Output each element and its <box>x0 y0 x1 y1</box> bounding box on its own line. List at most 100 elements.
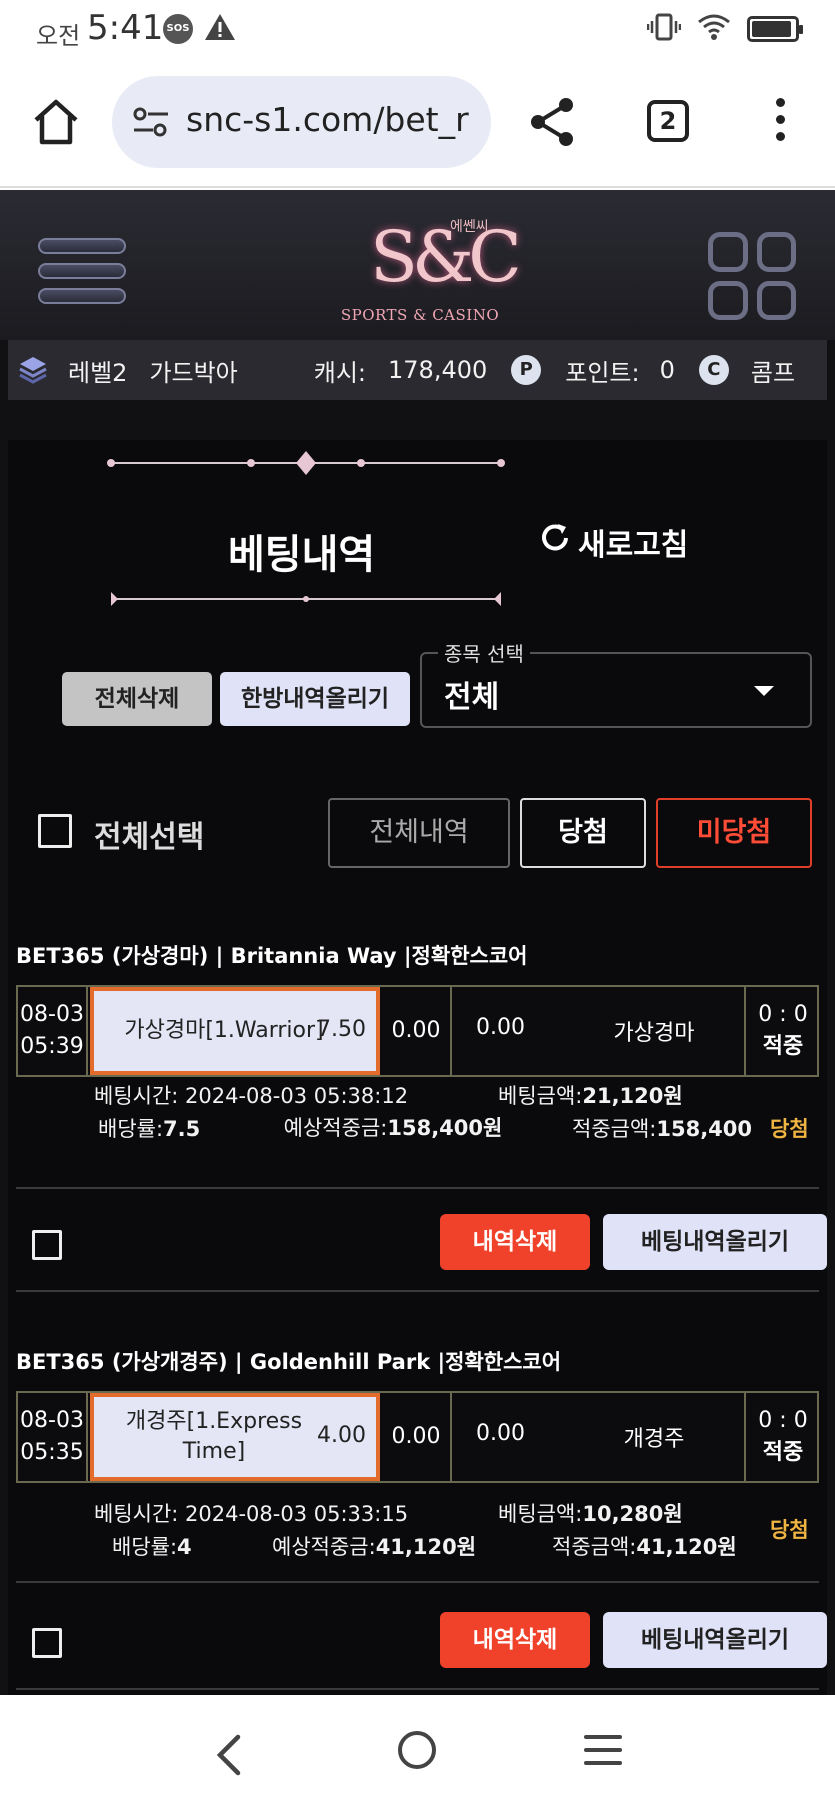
bet-score-value: 0 : 0 <box>758 1408 808 1433</box>
filter-lose-button[interactable]: 미당첨 <box>656 798 812 868</box>
status-time: 5:41 <box>87 8 164 48</box>
bet-hit-label: 적중 <box>762 1440 804 1465</box>
select-all-checkbox[interactable] <box>38 814 72 848</box>
bet-amount-info: 베팅금액:10,280원 <box>498 1498 683 1528</box>
bet-expected-label: 예상적중금: <box>283 1116 388 1140</box>
delete-all-button[interactable]: 전체삭제 <box>62 672 212 726</box>
bet-pick-odds: 4.00 <box>317 1423 366 1448</box>
refresh-button[interactable]: 새로고침 <box>538 520 688 564</box>
point-label: 포인트: <box>565 358 640 387</box>
bet-away: 0.00 개경주 <box>454 1393 746 1481</box>
upload-bet-button[interactable]: 베팅내역올리기 <box>603 1612 827 1668</box>
status-ampm: 오전 <box>36 22 81 50</box>
page-title: 베팅내역 <box>228 532 376 578</box>
delete-bet-button[interactable]: 내역삭제 <box>440 1214 590 1270</box>
bet-away-name: 개경주 <box>623 1427 685 1452</box>
bet-date: 08-03 <box>20 1002 84 1027</box>
recents-icon[interactable] <box>584 1735 622 1774</box>
bet-expected-label: 예상적중금: <box>272 1535 376 1559</box>
bet-info: 베팅시간: 2024-08-03 05:38:12 베팅금액:21,120원 배… <box>16 1080 819 1180</box>
bet-odds-label: 배당률: <box>112 1535 178 1559</box>
bet-score: 0 : 0 적중 <box>748 1393 818 1481</box>
site-page: S&C 에쎈씨 SPORTS & CASINO 레벨2 가드박아 캐시: 178… <box>0 190 835 1695</box>
vibrate-icon <box>646 12 682 46</box>
bet-result-badge: 당첨 <box>770 1518 809 1542</box>
bet-expected-info: 예상적중금:41,120원 <box>272 1531 476 1561</box>
select-all-label[interactable]: 전체선택 <box>94 812 204 856</box>
share-icon[interactable] <box>528 96 578 152</box>
bet-datetime: 08-03 05:35 <box>18 1393 88 1481</box>
bet-win-amount-info: 적중금액:41,120원 <box>552 1531 737 1561</box>
divider <box>16 1290 819 1292</box>
back-icon[interactable] <box>214 1733 244 1781</box>
bet-amount-value: 10,280원 <box>582 1502 683 1526</box>
cash-value: 178,400 <box>388 356 488 384</box>
divider <box>16 1688 819 1690</box>
bet-odds-value: 7.5 <box>163 1117 201 1141</box>
divider <box>16 1581 819 1583</box>
bet-away-name: 가상경마 <box>613 1021 695 1046</box>
user-level: 레벨2 <box>68 358 128 387</box>
upload-bet-button[interactable]: 베팅내역올리기 <box>603 1214 827 1270</box>
bet-away: 0.00 가상경마 <box>454 987 746 1075</box>
site-header: S&C 에쎈씨 SPORTS & CASINO <box>0 190 835 340</box>
bet-time-info: 베팅시간: 2024-08-03 05:33:15 <box>94 1502 409 1526</box>
bet-odds-info: 배당률:7.5 <box>98 1113 200 1143</box>
bet-draw-odds: 0.00 <box>382 1393 452 1481</box>
bet-time: 05:35 <box>20 1440 84 1465</box>
site-settings-icon[interactable] <box>132 106 170 142</box>
more-menu-icon[interactable] <box>768 98 792 148</box>
user-nickname: 가드박아 <box>149 358 238 387</box>
sport-select[interactable]: 종목 선택 전체 <box>420 638 812 728</box>
sport-select-value: 전체 <box>444 680 500 715</box>
bet-pick: 가상경마[1.Warrior] 7.50 <box>90 987 380 1075</box>
status-bar: 오전 5:41 SOS <box>0 0 835 58</box>
bet-result-badge: 당첨 <box>770 1117 809 1141</box>
wifi-icon <box>697 12 731 46</box>
bet-hit-label: 적중 <box>762 1034 804 1059</box>
bet-checkbox[interactable] <box>32 1230 62 1260</box>
site-logo[interactable]: S&C 에쎈씨 SPORTS & CASINO <box>330 190 522 340</box>
address-bar[interactable]: snc-s1.com/bet_r <box>112 76 491 168</box>
point-value: 0 <box>659 356 675 384</box>
warning-icon <box>203 12 237 46</box>
home-icon[interactable] <box>30 96 82 148</box>
user-info-bar: 레벨2 가드박아 캐시: 178,400 P 포인트: 0 C 콤프 <box>8 340 827 400</box>
grid-menu-icon[interactable] <box>708 232 796 320</box>
filter-win-button[interactable]: 당첨 <box>520 798 646 868</box>
sport-select-label: 종목 선택 <box>438 638 530 667</box>
bet-win-amount-value: 158,400 <box>656 1117 753 1141</box>
bet-amount-label: 베팅금액: <box>498 1502 583 1526</box>
bet-checkbox[interactable] <box>32 1628 62 1658</box>
bet-pick-name: 개경주[1.Express Time] <box>125 1409 303 1464</box>
tab-switcher-button[interactable]: 2 <box>647 100 689 142</box>
bet-win-amount-label: 적중금액: <box>552 1535 637 1559</box>
comp-label[interactable]: 콤프 <box>751 353 795 388</box>
bet-score-value: 0 : 0 <box>758 1002 808 1027</box>
bet-expected-value: 158,400원 <box>387 1116 503 1140</box>
bet-datetime: 08-03 05:39 <box>18 987 88 1075</box>
bet-pick-name: 가상경마[1.Warrior] <box>124 1018 324 1043</box>
bet-card: BET365 (가상개경주) | Goldenhill Park |정확한스코어… <box>16 1346 827 1695</box>
bet-pick: 개경주[1.Express Time] 4.00 <box>90 1393 380 1481</box>
hamburger-menu-icon[interactable] <box>38 238 126 313</box>
bet-away-odds: 0.00 <box>476 1421 525 1446</box>
browser-toolbar: snc-s1.com/bet_r 2 <box>0 58 835 188</box>
delete-bet-button[interactable]: 내역삭제 <box>440 1612 590 1668</box>
chevron-down-icon <box>754 686 774 696</box>
filter-all-button[interactable]: 전체내역 <box>328 798 510 868</box>
home-circle-icon[interactable] <box>398 1731 436 1769</box>
logo-mark: S&C <box>370 216 522 298</box>
bet-expected-value: 41,120원 <box>375 1535 477 1559</box>
bet-odds-info: 배당률:4 <box>112 1531 192 1561</box>
logo-korean: 에쎈씨 <box>450 219 489 235</box>
bet-date: 08-03 <box>20 1408 84 1433</box>
bet-win-amount-info: 적중금액:158,400 <box>572 1113 752 1143</box>
bet-draw-odds: 0.00 <box>382 987 452 1075</box>
point-icon: P <box>511 355 542 385</box>
bet-time: 05:39 <box>20 1034 84 1059</box>
bet-title: BET365 (가상경마) | Britannia Way |정확한스코어 <box>16 944 528 968</box>
bet-row: 08-03 05:39 가상경마[1.Warrior] 7.50 0.00 0.… <box>16 985 819 1077</box>
upload-bets-button[interactable]: 한방내역올리기 <box>220 672 410 726</box>
battery-icon <box>747 16 803 42</box>
